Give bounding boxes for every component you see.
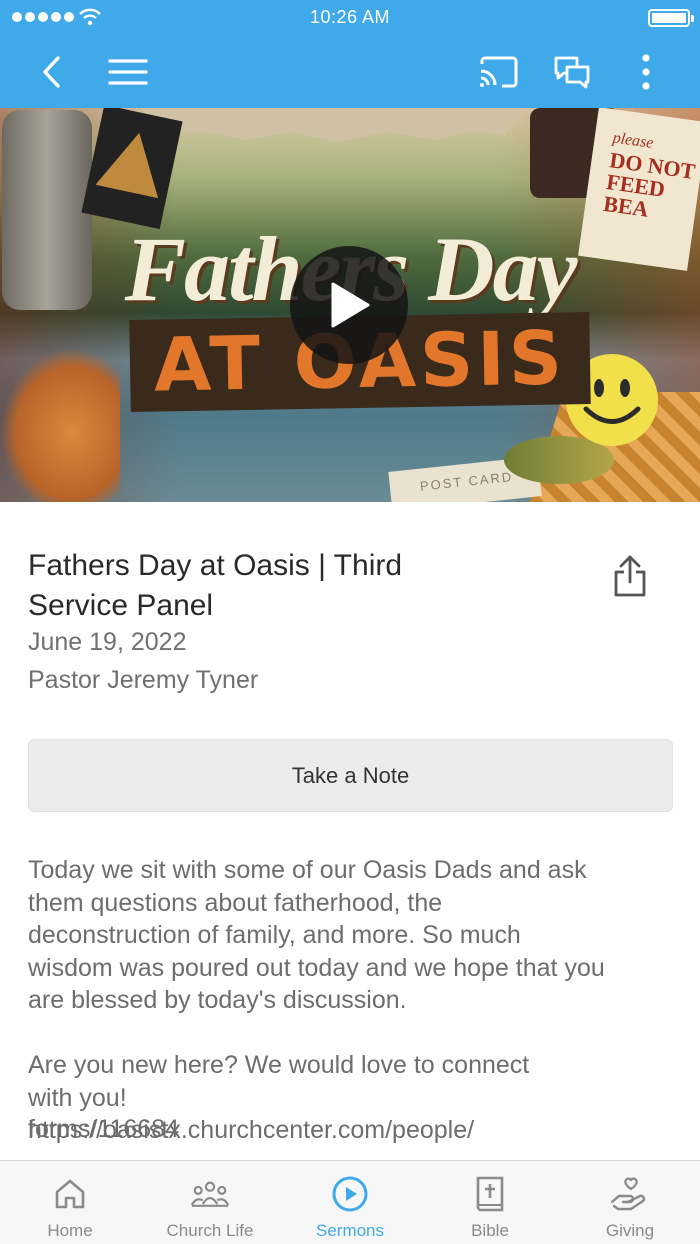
sermon-title: Fathers Day at Oasis | Third Service Pan… <box>28 549 403 622</box>
battery-icon <box>648 9 694 27</box>
play-circle-icon <box>332 1176 368 1212</box>
play-icon <box>331 282 370 328</box>
tab-home[interactable]: Home <box>0 1161 140 1244</box>
take-a-note-button[interactable]: Take a Note <box>28 739 673 812</box>
back-button[interactable] <box>30 50 74 94</box>
chat-button[interactable] <box>550 50 594 94</box>
tab-giving[interactable]: Giving <box>560 1161 700 1244</box>
chat-icon <box>554 56 590 89</box>
tab-home-label: Home <box>47 1221 93 1240</box>
sermon-details: Fathers Day at Oasis | Third Service Pan… <box>0 502 700 1160</box>
torn-paper <box>140 108 520 142</box>
sermon-description: Today we sit with some of our Oasis Dads… <box>28 856 605 1144</box>
menu-icon <box>108 59 148 85</box>
giving-hand-icon <box>610 1177 646 1211</box>
postcard-text: POST CARD <box>419 468 514 494</box>
tab-church-life[interactable]: Church Life <box>140 1161 280 1244</box>
play-button[interactable] <box>290 246 408 364</box>
sermon-speaker: Pastor Jeremy Tyner <box>28 666 259 694</box>
home-icon <box>55 1179 85 1209</box>
more-vertical-icon <box>642 54 650 90</box>
tab-sermons-label: Sermons <box>315 1221 385 1240</box>
tab-sermons[interactable]: Sermons <box>280 1161 420 1244</box>
share-icon <box>614 555 646 597</box>
status-bar: 10:26 AM <box>0 0 700 36</box>
status-time: 10:26 AM <box>309 7 391 27</box>
cast-button[interactable] <box>476 50 520 94</box>
tab-bible[interactable]: Bible <box>420 1161 560 1244</box>
tab-giving-label: Giving <box>605 1221 655 1240</box>
tab-church-life-label: Church Life <box>166 1221 254 1240</box>
more-button[interactable] <box>624 50 668 94</box>
back-icon <box>43 56 60 88</box>
sermon-artwork: please DO NOT FEED BEA POST CARD Fathers… <box>0 108 700 502</box>
cast-icon <box>480 56 518 88</box>
bible-icon <box>476 1176 504 1212</box>
sermon-description-link-cut[interactable]: forms/116684 <box>28 1113 668 1146</box>
deer-image <box>0 348 120 502</box>
app-header: 10:26 AM <box>0 0 700 108</box>
share-button[interactable] <box>606 550 654 602</box>
sermon-date: June 19, 2022 <box>28 628 187 656</box>
nav-bar <box>0 36 700 108</box>
people-icon <box>190 1181 230 1207</box>
tab-bar: Home Church Life Sermons Bible Giving <box>0 1160 700 1244</box>
menu-button[interactable] <box>106 50 150 94</box>
tab-bible-label: Bible <box>471 1221 509 1240</box>
